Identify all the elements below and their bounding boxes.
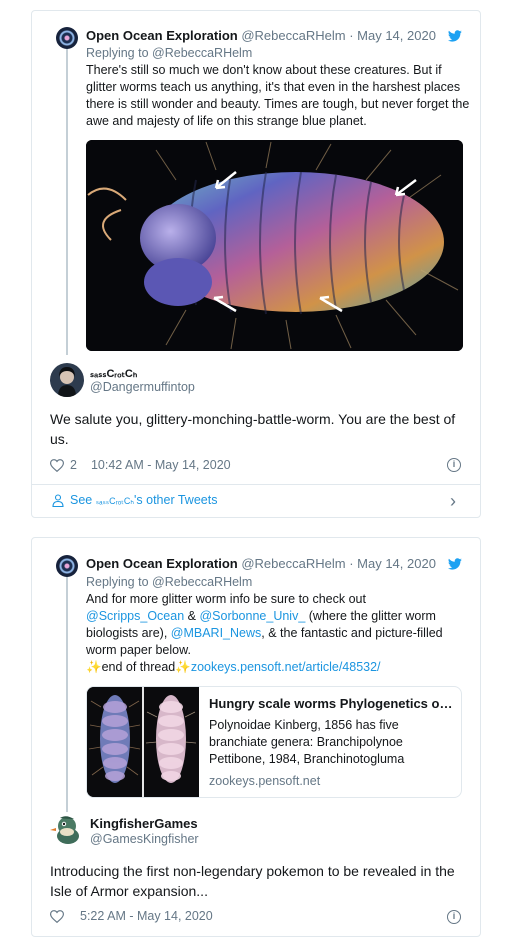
separator-dot: ·: [349, 28, 354, 43]
reply-author-handle[interactable]: @GamesKingfisher: [90, 832, 199, 846]
tweet-footer: 2 10:42 AM - May 14, 2020: [50, 458, 231, 472]
link-preview-title: Hungry scale worms Phylogenetics of...: [209, 696, 453, 711]
parent-tweet-text: And for more glitter worm info be sure t…: [86, 591, 456, 676]
mention-scripps[interactable]: @Scripps_Ocean: [86, 609, 184, 623]
tweet-footer: 5:22 AM - May 14, 2020: [50, 909, 213, 923]
mention-mbari[interactable]: @MBARI_News: [171, 626, 262, 640]
parent-text-part-4: end of thread: [101, 660, 176, 674]
link-preview-body: Hungry scale worms Phylogenetics of... P…: [199, 687, 461, 797]
tweet-timestamp[interactable]: 10:42 AM - May 14, 2020: [91, 458, 231, 472]
footer-divider: [32, 484, 480, 485]
parent-display-name[interactable]: Open Ocean Exploration: [86, 28, 238, 43]
heart-icon[interactable]: [50, 458, 64, 472]
reply-tweet-text: We salute you, glittery-monching-battle-…: [50, 411, 456, 447]
parent-header: Open Ocean Exploration @RebeccaRHelm · M…: [86, 556, 436, 571]
see-other-suffix: 's other Tweets: [134, 493, 218, 507]
like-count[interactable]: 2: [70, 458, 77, 472]
parent-handle[interactable]: @RebeccaRHelm: [241, 556, 345, 571]
link-preview-description: Polynoidae Kinberg, 1856 has five branch…: [209, 718, 405, 766]
replying-to-link[interactable]: @RebeccaRHelm: [152, 575, 252, 589]
sparkle-emoji: ✨: [86, 660, 102, 674]
reply-author-avatar[interactable]: [50, 363, 84, 397]
avatar-portrait-icon: [50, 363, 84, 397]
parent-avatar[interactable]: [56, 555, 78, 577]
chevron-right-icon[interactable]: ›: [450, 491, 456, 512]
tweet-timestamp[interactable]: 5:22 AM - May 14, 2020: [80, 909, 213, 923]
thread-line: [66, 572, 68, 842]
glitter-worm-photo[interactable]: [86, 140, 463, 351]
twitter-bird-icon[interactable]: [448, 30, 462, 42]
replying-to: Replying to @RebeccaRHelm: [86, 575, 252, 589]
reply-tweet-text: Introducing the first non-legendary poke…: [50, 863, 455, 899]
reply-author-handle[interactable]: @Dangermuffintop: [90, 380, 195, 394]
glitter-worm-illustration: [86, 140, 463, 351]
parent-display-name[interactable]: Open Ocean Exploration: [86, 556, 238, 571]
parent-text-part-1: And for more glitter worm info be sure t…: [86, 592, 366, 606]
reply-author-avatar[interactable]: [50, 812, 84, 846]
person-icon: [52, 493, 64, 507]
sparkle-emoji: ✨: [175, 660, 191, 674]
replying-to-label: Replying to: [86, 575, 149, 589]
info-icon[interactable]: i: [447, 458, 461, 472]
link-preview-card[interactable]: Hungry scale worms Phylogenetics of... P…: [86, 686, 462, 798]
link-preview-domain: zookeys.pensoft.net: [209, 774, 321, 788]
twitter-bird-icon[interactable]: [448, 558, 462, 570]
embedded-tweet-card-2: Open Ocean Exploration @RebeccaRHelm · M…: [31, 537, 481, 937]
replying-to-label: Replying to: [86, 46, 149, 60]
see-other-tweets-link[interactable]: See ₛₐₛₛCᵣₒₜCₕ's other Tweets: [52, 493, 217, 507]
parent-avatar[interactable]: [56, 27, 78, 49]
parent-date[interactable]: May 14, 2020: [357, 28, 436, 43]
link-preview-image: [87, 687, 199, 797]
scale-worms-illustration: [87, 687, 199, 797]
reply-author-name[interactable]: KingfisherGames: [90, 816, 198, 831]
see-other-name: ₛₐₛₛCᵣₒₜCₕ: [95, 496, 135, 506]
parent-tweet-text: There's still so much we don't know abou…: [86, 63, 470, 128]
parent-header: Open Ocean Exploration @RebeccaRHelm · M…: [86, 28, 436, 43]
see-other-prefix: See: [70, 493, 93, 507]
parent-date[interactable]: May 14, 2020: [357, 556, 436, 571]
replying-to-link[interactable]: @RebeccaRHelm: [152, 46, 252, 60]
separator-dot: ·: [349, 556, 354, 571]
heart-icon[interactable]: [50, 909, 64, 923]
info-icon[interactable]: i: [447, 910, 461, 924]
article-url-link[interactable]: zookeys.pensoft.net/article/48532/: [191, 660, 381, 674]
kingfisher-avatar-icon: [50, 812, 84, 846]
embedded-tweet-card-1: Open Ocean Exploration @RebeccaRHelm · M…: [31, 10, 481, 518]
mention-sorbonne[interactable]: @Sorbonne_Univ_: [199, 609, 305, 623]
parent-handle[interactable]: @RebeccaRHelm: [241, 28, 345, 43]
replying-to: Replying to @RebeccaRHelm: [86, 46, 252, 60]
thread-line: [66, 45, 68, 355]
reply-author-name[interactable]: ₛₐₛₛCᵣₒₜCₕ: [90, 367, 137, 380]
ampersand: &: [187, 609, 196, 623]
